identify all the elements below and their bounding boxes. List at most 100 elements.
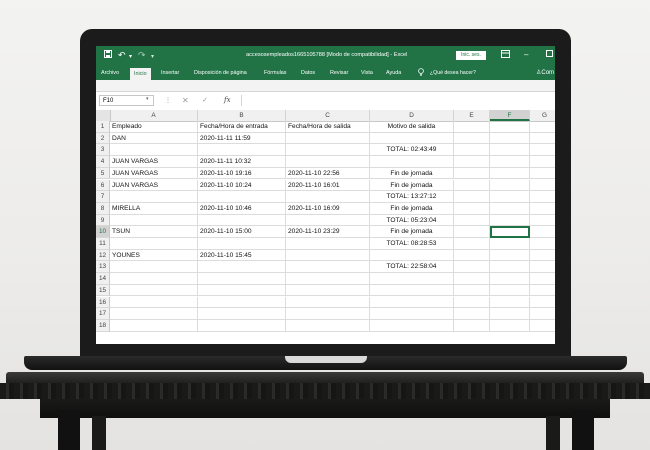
undo-icon[interactable]: ↶: [118, 50, 126, 61]
cell-c6[interactable]: 2020-11-10 16:01: [286, 179, 370, 192]
column-header-c[interactable]: C: [286, 110, 370, 121]
cell-f5[interactable]: [490, 167, 530, 180]
cell-e5[interactable]: [454, 167, 490, 180]
cell-f16[interactable]: [490, 296, 530, 309]
cell-f18[interactable]: [490, 319, 530, 332]
cell-d15[interactable]: [370, 284, 454, 297]
cell-a13[interactable]: [110, 261, 198, 274]
cell-e6[interactable]: [454, 179, 490, 192]
cell-c3[interactable]: [286, 144, 370, 157]
cell-b18[interactable]: [198, 319, 286, 332]
tab-revisar[interactable]: Revisar: [330, 70, 348, 76]
cell-g16[interactable]: [530, 297, 555, 309]
cell-e1[interactable]: [454, 121, 490, 133]
cell-a10[interactable]: TSUN: [110, 226, 198, 238]
cell-d1[interactable]: Motivo de salida: [370, 121, 454, 133]
cell-d14[interactable]: [370, 273, 454, 285]
share-button[interactable]: ♙Com: [536, 69, 554, 76]
cell-d17[interactable]: [370, 308, 454, 320]
column-header-e[interactable]: E: [454, 110, 490, 121]
cell-c18[interactable]: [286, 319, 370, 332]
cell-g5[interactable]: [530, 168, 555, 180]
cell-g1[interactable]: [530, 121, 555, 133]
cell-d2[interactable]: [370, 132, 454, 145]
row-header[interactable]: 14: [96, 273, 110, 285]
cell-c8[interactable]: 2020-11-10 16:09: [286, 202, 370, 215]
cell-b6[interactable]: 2020-11-10 10:24: [198, 179, 286, 192]
row-header[interactable]: 17: [96, 308, 110, 320]
cell-a12[interactable]: YOUNES: [110, 249, 198, 262]
cell-d4[interactable]: [370, 156, 454, 168]
ribbon-display-icon[interactable]: [501, 50, 510, 61]
cell-e2[interactable]: [454, 132, 490, 145]
cancel-icon[interactable]: ✕: [182, 96, 189, 105]
cell-g3[interactable]: [530, 144, 555, 157]
cell-g11[interactable]: [530, 238, 555, 250]
cell-e10[interactable]: [454, 226, 490, 238]
cell-e8[interactable]: [454, 202, 490, 215]
cell-c11[interactable]: [286, 238, 370, 250]
cell-a11[interactable]: [110, 238, 198, 250]
cell-d11[interactable]: TOTAL: 08:28:53: [370, 238, 454, 250]
cell-g13[interactable]: [530, 261, 555, 274]
row-header[interactable]: 5: [96, 167, 110, 180]
cell-g7[interactable]: [530, 191, 555, 203]
cell-g8[interactable]: [530, 203, 555, 215]
cell-b10[interactable]: 2020-11-10 15:00: [198, 226, 286, 238]
row-header[interactable]: 4: [96, 156, 110, 168]
cell-f3[interactable]: [490, 144, 530, 157]
cell-b8[interactable]: 2020-11-10 10:46: [198, 202, 286, 215]
cell-a17[interactable]: [110, 308, 198, 320]
enter-icon[interactable]: ✓: [202, 96, 208, 104]
cell-g12[interactable]: [530, 250, 555, 262]
cell-a3[interactable]: [110, 144, 198, 157]
cell-b1[interactable]: Fecha/Hora de entrada: [198, 121, 286, 133]
cell-d12[interactable]: [370, 249, 454, 262]
cell-e12[interactable]: [454, 249, 490, 262]
cell-f1[interactable]: [490, 121, 530, 133]
cell-a9[interactable]: [110, 214, 198, 227]
cell-a14[interactable]: [110, 273, 198, 285]
cell-g4[interactable]: [530, 156, 555, 168]
cell-b7[interactable]: [198, 191, 286, 203]
cell-g14[interactable]: [530, 273, 555, 285]
cell-d3[interactable]: TOTAL: 02:43:49: [370, 144, 454, 157]
cell-d7[interactable]: TOTAL: 13:27:12: [370, 191, 454, 203]
tab-formulas[interactable]: Fórmulas: [264, 70, 286, 76]
cell-b2[interactable]: 2020-11-11 11:59: [198, 132, 286, 145]
column-header-f[interactable]: F: [490, 110, 530, 121]
name-box-dropdown-icon[interactable]: ▾: [146, 96, 149, 102]
row-header[interactable]: 9: [96, 214, 110, 227]
cell-e15[interactable]: [454, 284, 490, 297]
insert-function-icon[interactable]: fx: [224, 96, 231, 104]
row-header[interactable]: 1: [96, 121, 110, 133]
row-header[interactable]: 11: [96, 238, 110, 250]
tab-archivo[interactable]: Archivo: [101, 70, 119, 76]
cell-f9[interactable]: [490, 214, 530, 227]
cell-a2[interactable]: DAN: [110, 132, 198, 145]
cell-f17[interactable]: [490, 308, 530, 320]
maximize-icon[interactable]: [546, 50, 553, 60]
cell-b11[interactable]: [198, 238, 286, 250]
cell-e18[interactable]: [454, 319, 490, 332]
cell-a4[interactable]: JUAN VARGAS: [110, 156, 198, 168]
tab-inicio[interactable]: Inicio: [130, 68, 151, 80]
sign-in-button[interactable]: Inic. ses.: [456, 51, 486, 60]
cell-c15[interactable]: [286, 284, 370, 297]
cell-d18[interactable]: [370, 319, 454, 332]
cell-b12[interactable]: 2020-11-10 15:45: [198, 249, 286, 262]
cell-c14[interactable]: [286, 273, 370, 285]
cell-c1[interactable]: Fecha/Hora de salida: [286, 121, 370, 133]
cell-c4[interactable]: [286, 156, 370, 168]
cell-f2[interactable]: [490, 132, 530, 145]
cell-a1[interactable]: Empleado: [110, 121, 198, 133]
cell-a7[interactable]: [110, 191, 198, 203]
cell-d10[interactable]: Fin de jornada: [370, 226, 454, 238]
cell-d8[interactable]: Fin de jornada: [370, 202, 454, 215]
cell-f7[interactable]: [490, 191, 530, 203]
cell-b17[interactable]: [198, 308, 286, 320]
cell-a5[interactable]: JUAN VARGAS: [110, 167, 198, 180]
minimize-icon[interactable]: –: [524, 50, 528, 60]
cell-b15[interactable]: [198, 284, 286, 297]
cell-c2[interactable]: [286, 132, 370, 145]
